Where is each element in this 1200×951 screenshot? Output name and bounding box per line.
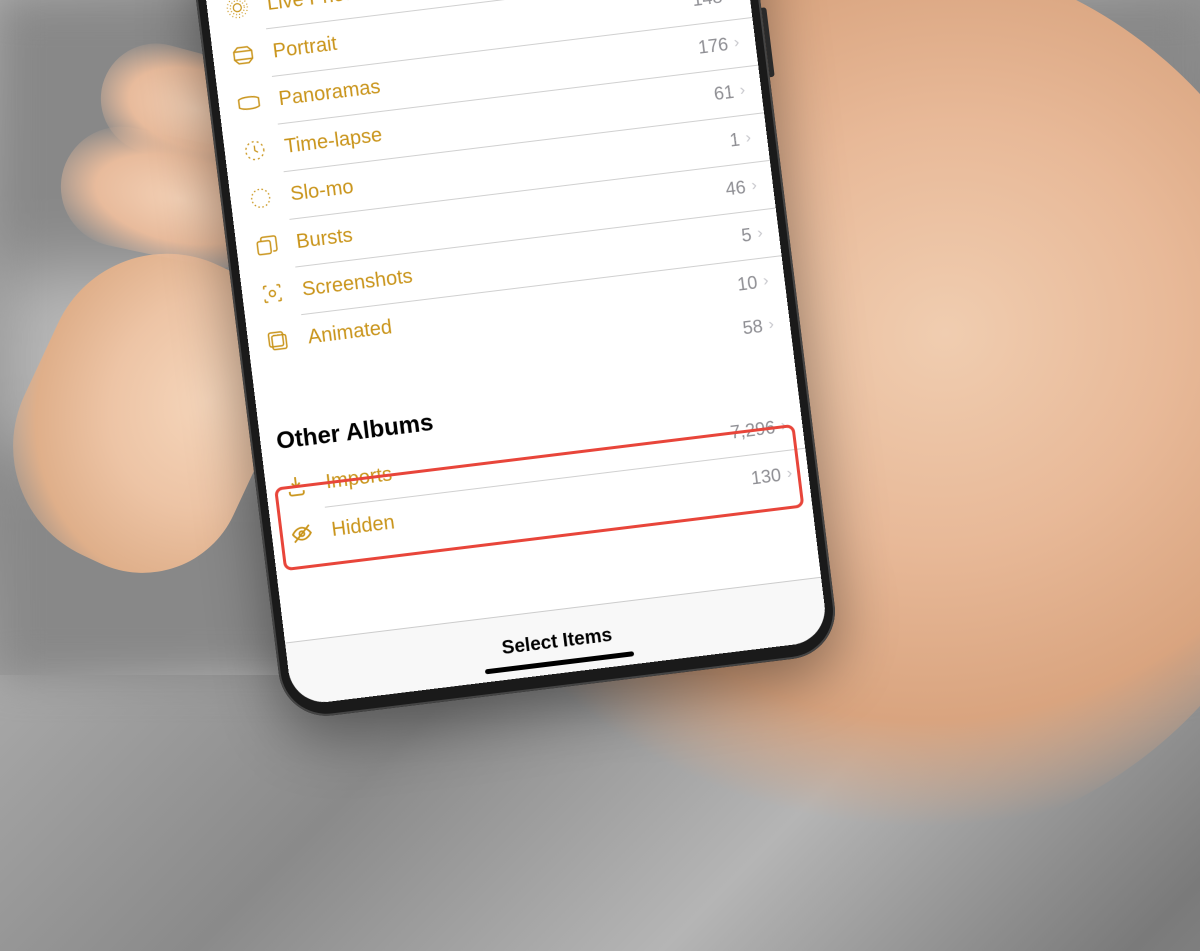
chevron-right-icon: › (780, 417, 787, 436)
album-count: 10 (736, 272, 758, 295)
album-count: 176 (697, 34, 729, 59)
chevron-right-icon: › (727, 0, 734, 5)
album-count: 46 (724, 177, 746, 200)
album-count: 148 (691, 0, 723, 11)
album-count: 5 (740, 224, 753, 246)
time-lapse-icon (239, 135, 270, 166)
animated-icon (263, 326, 294, 357)
trailing-count: 58 (742, 316, 764, 339)
portrait-icon (228, 40, 259, 71)
live-photos-icon (222, 0, 253, 23)
phone-screen: Selfies 412 › Live Photos 313 › Portrait… (201, 0, 829, 706)
album-count: 1 (729, 129, 742, 151)
chevron-right-icon: › (756, 224, 763, 243)
select-items-button[interactable]: Select Items (501, 624, 614, 659)
chevron-right-icon: › (745, 129, 752, 148)
screenshots-icon (257, 278, 288, 309)
chevron-right-icon: › (786, 465, 793, 484)
chevron-right-icon: › (750, 177, 757, 196)
chevron-right-icon: › (762, 272, 769, 291)
chevron-right-icon: › (768, 316, 775, 335)
chevron-right-icon: › (733, 34, 740, 53)
bursts-icon (251, 230, 282, 261)
panoramas-icon (233, 87, 264, 118)
phone-frame: Selfies 412 › Live Photos 313 › Portrait… (190, 0, 841, 721)
album-count: 7,296 (729, 417, 776, 443)
album-count: 61 (713, 81, 735, 104)
chevron-right-icon: › (739, 81, 746, 100)
slo-mo-icon (245, 183, 276, 214)
album-count: 130 (750, 464, 782, 489)
hidden-icon (286, 518, 317, 549)
imports-icon (280, 470, 311, 501)
